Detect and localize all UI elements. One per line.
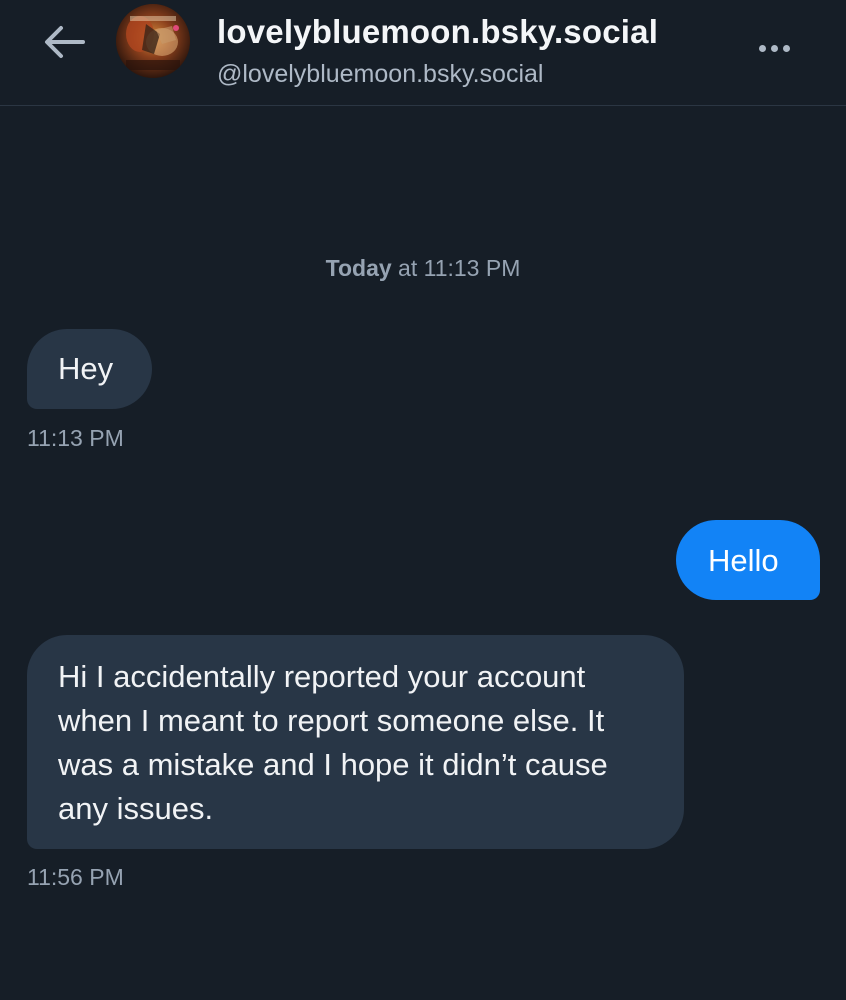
avatar[interactable] [116,4,190,78]
more-options-button[interactable] [748,30,800,66]
back-button[interactable] [40,20,90,64]
date-separator: Today at 11:13 PM [0,255,846,282]
display-name: lovelybluemoon.bsky.social [217,13,659,50]
message-timestamp: 11:13 PM [27,425,124,451]
arrow-left-icon [45,26,85,58]
ellipsis-icon [758,44,766,52]
message-bubble-incoming[interactable]: Hi I accidentally reported your account … [27,635,684,849]
date-separator-day: Today [325,255,392,281]
message-bubble-outgoing[interactable]: Hello [676,520,820,600]
chat-screen: lovelybluemoon.bsky.social @lovelybluemo… [0,0,846,1000]
user-handle: @lovelybluemoon.bsky.social [217,60,544,88]
conversation-header: lovelybluemoon.bsky.social @lovelybluemo… [0,0,846,106]
message-timestamp: 11:56 PM [27,864,124,890]
message-bubble-incoming[interactable]: Hey [27,329,152,409]
date-separator-time: at 11:13 PM [391,255,521,281]
